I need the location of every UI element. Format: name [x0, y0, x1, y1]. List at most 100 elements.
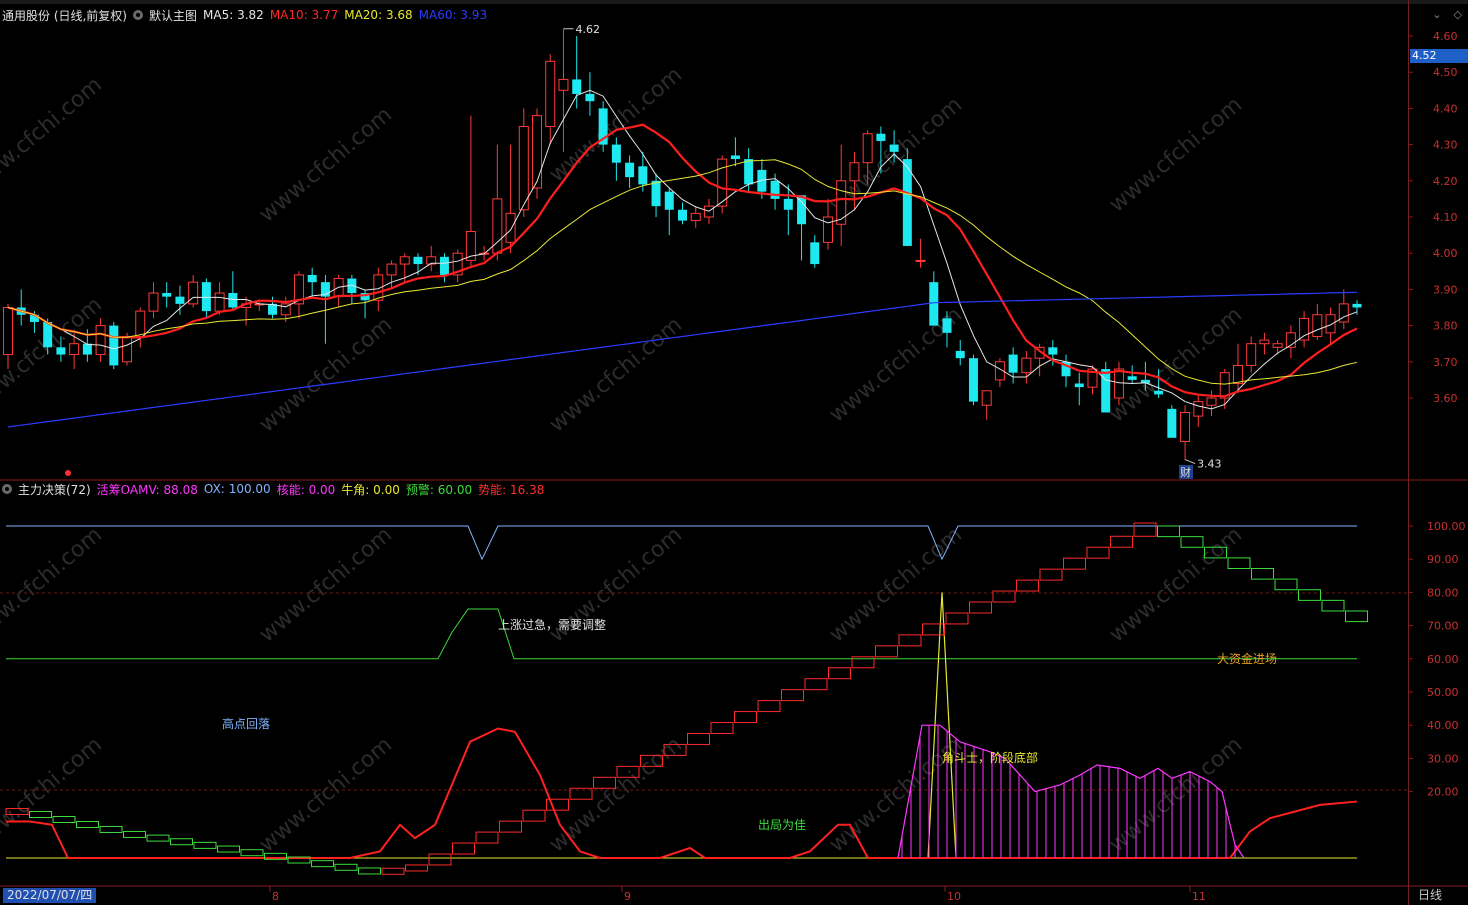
event-dot [65, 470, 71, 476]
ladder-box [1016, 579, 1039, 592]
ladder-box [405, 864, 428, 872]
candle-body [307, 274, 317, 283]
stock-title[interactable]: 通用股份 (日线,前复权) [2, 7, 127, 24]
candle-body [558, 78, 569, 91]
indicator-note-big-money: 大资金进场 [1217, 651, 1277, 666]
ladder-box [123, 830, 146, 838]
ladder-box [334, 863, 358, 871]
watermark-text: www.cfchi.com [255, 102, 397, 227]
candle-body [1113, 368, 1124, 399]
candle-body [889, 144, 899, 152]
ladder-box [1251, 567, 1274, 580]
candle-body [109, 325, 119, 366]
ind-tick-label: 100.00 [1427, 520, 1466, 533]
candle-body [625, 162, 635, 178]
candle-body [532, 115, 543, 189]
high-price-label: 4.62 [575, 23, 600, 36]
month-label: 9 [624, 890, 631, 903]
candle-body [1180, 411, 1191, 442]
collapse-icon[interactable]: ◇ [1454, 8, 1462, 21]
candle-body [505, 212, 516, 243]
kline-chart[interactable]: www.cfchi.com www.cfchi.com www.cfchi.com w… [0, 0, 1468, 905]
candle-body [439, 256, 449, 275]
indicator-note-bull-horn: 角斗士，阶段底部 [942, 750, 1038, 765]
candle-body [95, 325, 106, 356]
candle-body [1127, 376, 1137, 380]
ind-tick-label: 30.00 [1427, 752, 1459, 765]
ladder-box [1063, 557, 1086, 570]
ind-tick-label: 50.00 [1427, 686, 1459, 699]
ladder-box [1039, 568, 1063, 581]
ind-yj: 预警: 60.00 [405, 482, 473, 497]
price-tick-label: 3.90 [1433, 283, 1458, 296]
candle-body [135, 310, 146, 337]
indicator-lines [5, 522, 1368, 875]
candle-body [69, 343, 80, 356]
month-label: 8 [272, 890, 279, 903]
watermark-text: www.cfchi.com [0, 732, 107, 857]
ma20-label: MA20: 3.68 [344, 8, 413, 22]
price-tick-label: 4.60 [1433, 30, 1458, 43]
candle-body [1167, 408, 1177, 438]
price-tick-label: 4.50 [1433, 66, 1458, 79]
watermark-text: www.cfchi.com [255, 732, 397, 857]
watermark-text: www.cfchi.com [545, 732, 687, 857]
candle-body [399, 256, 410, 265]
indicator-header: 主力决策(72) 活筹OAMV: 88.08 OX: 100.00 核能: 0.… [2, 481, 544, 497]
watermark-text: www.cfchi.com [1105, 522, 1247, 647]
candle-body [43, 321, 53, 348]
candle-body [82, 343, 92, 355]
ladder-box [757, 700, 781, 713]
ladder-box [522, 809, 546, 822]
candle-body [822, 216, 833, 243]
candle-body [664, 191, 674, 210]
low-marker-line [1184, 459, 1196, 465]
ladder-box [428, 853, 452, 866]
ma60-label: MA60: 3.93 [418, 8, 488, 22]
candle-body [690, 212, 701, 222]
candle-body [175, 296, 185, 304]
indicator-settings-icon[interactable] [2, 484, 12, 494]
candle-body [611, 144, 621, 163]
ladder-box [52, 816, 76, 823]
ind-tick-label: 70.00 [1427, 620, 1459, 633]
candle-body [1259, 339, 1270, 345]
dropdown-icon[interactable]: ⌄ [1432, 8, 1441, 21]
candle-body [968, 358, 978, 402]
candle-body [744, 159, 754, 185]
watermark-text: www.cfchi.com [1105, 302, 1247, 427]
candle-body [876, 133, 886, 141]
candle-body [386, 263, 397, 276]
settings-dot-icon[interactable] [133, 10, 143, 20]
candle-body [201, 282, 211, 312]
indicator-name[interactable]: 主力决策(72) [18, 481, 91, 498]
candle-body [572, 79, 582, 94]
candle-body [678, 209, 687, 221]
candle-body [638, 166, 648, 185]
watermark-layer: www.cfchi.com www.cfchi.com www.cfchi.com w… [0, 62, 1247, 857]
ladder-box [76, 820, 99, 828]
candle-body [836, 180, 847, 225]
candle-body [148, 292, 159, 312]
main-chart-label[interactable]: 默认主图 [149, 7, 197, 24]
window-controls: ⌄ ◇ [1432, 8, 1462, 21]
price-tick-label: 3.80 [1433, 320, 1458, 333]
candle-body [1154, 390, 1164, 395]
ladder-box [240, 849, 264, 857]
ladder-box [1298, 589, 1321, 601]
ind-hn: 核能: 0.00 [276, 482, 336, 497]
ladder-box [687, 732, 710, 745]
month-label: 10 [947, 890, 961, 903]
price-tick-label: 3.70 [1433, 356, 1458, 369]
watermark-text: www.cfchi.com [545, 312, 687, 437]
candle-body [981, 390, 992, 406]
ladder-box [1157, 525, 1180, 538]
candle-body [1021, 357, 1032, 374]
ind-tick-label: 80.00 [1427, 586, 1459, 599]
ladder-box [922, 623, 945, 636]
price-tick-label: 3.60 [1433, 392, 1458, 405]
price-tick-label: 4.40 [1433, 102, 1458, 115]
indicator-note-exit-best: 出局为佳 [758, 818, 806, 832]
candle-body [585, 93, 595, 102]
period-selector[interactable]: 日线 [1418, 888, 1442, 903]
